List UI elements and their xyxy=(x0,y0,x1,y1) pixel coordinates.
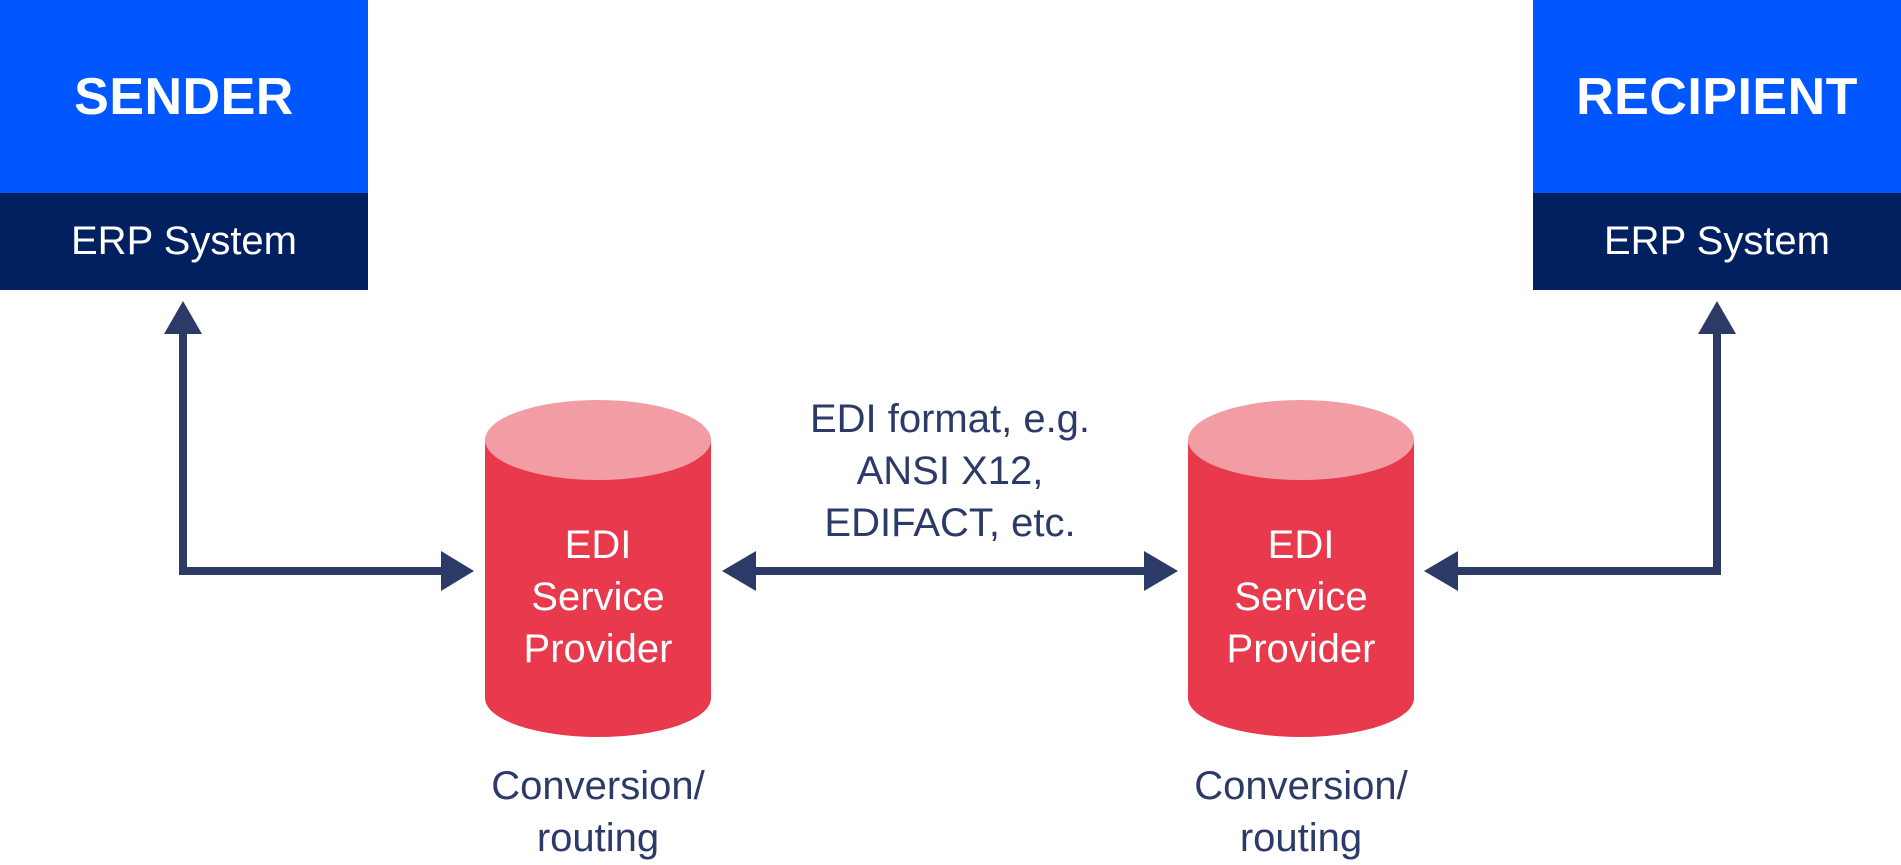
provider-exchange-connector xyxy=(722,551,1178,591)
arrow-up-icon xyxy=(1698,301,1736,334)
provider-1-caption: Conversion/ routing xyxy=(428,760,768,864)
label-line: Service xyxy=(531,575,665,619)
recipient-provider-connector xyxy=(1424,301,1736,591)
cylinder-top xyxy=(485,400,711,480)
caption-line: routing xyxy=(536,816,660,860)
arrow-left-icon xyxy=(722,551,756,591)
provider-2-caption: Conversion/ routing xyxy=(1131,760,1471,864)
label-line: EDI format, e.g. xyxy=(809,397,1091,441)
caption-line: routing xyxy=(1239,816,1363,860)
label-line: ANSI X12, xyxy=(856,449,1044,493)
arrow-right-icon xyxy=(1144,551,1178,591)
label-line: Service xyxy=(1234,575,1368,619)
caption-line: Conversion/ xyxy=(1194,764,1408,808)
cylinder-top xyxy=(1188,400,1414,480)
label-line: EDI xyxy=(1267,523,1335,567)
provider-1-label: EDI Service Provider xyxy=(485,519,711,675)
label-line: EDI xyxy=(564,523,632,567)
label-line: EDIFACT, etc. xyxy=(824,501,1076,545)
provider-2-label: EDI Service Provider xyxy=(1188,519,1414,675)
arrow-left-icon xyxy=(1424,551,1458,591)
sender-provider-connector xyxy=(164,301,474,591)
label-line: Provider xyxy=(523,627,673,671)
exchange-format-label: EDI format, e.g. ANSI X12, EDIFACT, etc. xyxy=(760,393,1140,549)
caption-line: Conversion/ xyxy=(491,764,705,808)
arrow-right-icon xyxy=(441,551,474,591)
arrow-up-icon xyxy=(164,301,202,334)
label-line: Provider xyxy=(1226,627,1376,671)
